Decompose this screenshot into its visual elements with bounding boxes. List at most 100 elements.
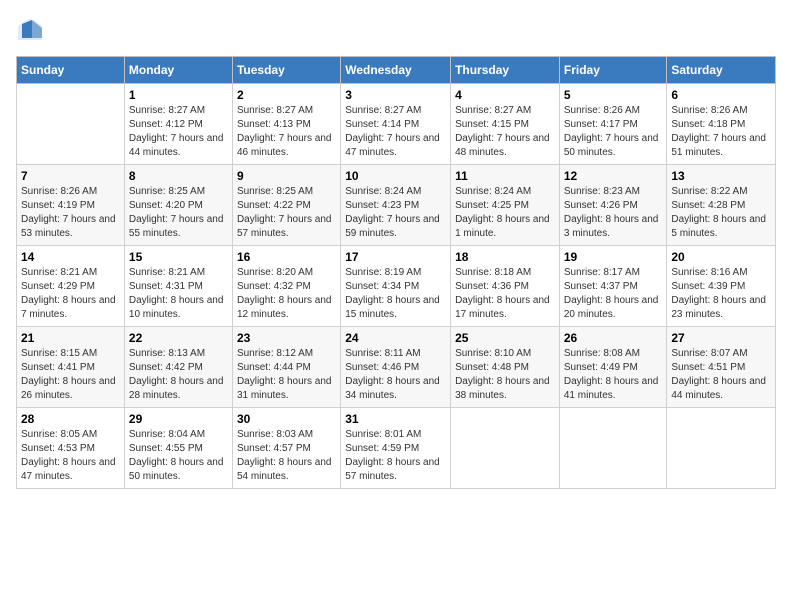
day-info: Sunrise: 8:21 AMSunset: 4:29 PMDaylight:… bbox=[21, 266, 120, 322]
calendar-cell: 4 Sunrise: 8:27 AMSunset: 4:15 PMDaylight… bbox=[451, 84, 560, 165]
calendar-cell bbox=[451, 408, 560, 489]
day-number: 5 bbox=[564, 88, 663, 102]
day-number: 1 bbox=[129, 88, 228, 102]
day-info: Sunrise: 8:01 AMSunset: 4:59 PMDaylight:… bbox=[345, 428, 446, 484]
calendar-cell: 16 Sunrise: 8:20 AMSunset: 4:32 PMDayligh… bbox=[232, 246, 340, 327]
day-info: Sunrise: 8:26 AMSunset: 4:17 PMDaylight:… bbox=[564, 104, 663, 160]
calendar-week-5: 28 Sunrise: 8:05 AMSunset: 4:53 PMDayligh… bbox=[17, 408, 776, 489]
day-info: Sunrise: 8:23 AMSunset: 4:26 PMDaylight:… bbox=[564, 185, 663, 241]
day-info: Sunrise: 8:24 AMSunset: 4:23 PMDaylight:… bbox=[345, 185, 446, 241]
day-number: 3 bbox=[345, 88, 446, 102]
calendar-cell: 15Sunrise: 8:21 AMSunset: 4:31 PMDayligh… bbox=[124, 246, 232, 327]
calendar-cell: 5 Sunrise: 8:26 AMSunset: 4:17 PMDaylight… bbox=[559, 84, 667, 165]
calendar-week-1: 1 Sunrise: 8:27 AMSunset: 4:12 PMDaylight… bbox=[17, 84, 776, 165]
calendar-cell: 27 Sunrise: 8:07 AMSunset: 4:51 PMDayligh… bbox=[667, 327, 776, 408]
calendar-cell bbox=[559, 408, 667, 489]
day-info: Sunrise: 8:26 AMSunset: 4:18 PMDaylight:… bbox=[671, 104, 771, 160]
day-info: Sunrise: 8:15 AMSunset: 4:41 PMDaylight:… bbox=[21, 347, 120, 403]
day-info: Sunrise: 8:24 AMSunset: 4:25 PMDaylight:… bbox=[455, 185, 555, 241]
day-info: Sunrise: 8:27 AMSunset: 4:15 PMDaylight:… bbox=[455, 104, 555, 160]
day-number: 13 bbox=[671, 169, 771, 183]
calendar-cell: 29Sunrise: 8:04 AMSunset: 4:55 PMDayligh… bbox=[124, 408, 232, 489]
calendar-body: 1 Sunrise: 8:27 AMSunset: 4:12 PMDaylight… bbox=[17, 84, 776, 489]
day-header-monday: Monday bbox=[124, 57, 232, 84]
logo-icon bbox=[16, 16, 44, 44]
day-header-tuesday: Tuesday bbox=[232, 57, 340, 84]
day-info: Sunrise: 8:12 AMSunset: 4:44 PMDaylight:… bbox=[237, 347, 336, 403]
day-header-friday: Friday bbox=[559, 57, 667, 84]
day-number: 28 bbox=[21, 412, 120, 426]
calendar-cell: 8 Sunrise: 8:25 AMSunset: 4:20 PMDaylight… bbox=[124, 165, 232, 246]
day-info: Sunrise: 8:08 AMSunset: 4:49 PMDaylight:… bbox=[564, 347, 663, 403]
calendar-cell bbox=[667, 408, 776, 489]
calendar-week-3: 14 Sunrise: 8:21 AMSunset: 4:29 PMDayligh… bbox=[17, 246, 776, 327]
day-number: 23 bbox=[237, 331, 336, 345]
day-info: Sunrise: 8:17 AMSunset: 4:37 PMDaylight:… bbox=[564, 266, 663, 322]
calendar-cell: 25 Sunrise: 8:10 AMSunset: 4:48 PMDayligh… bbox=[451, 327, 560, 408]
day-info: Sunrise: 8:27 AMSunset: 4:12 PMDaylight:… bbox=[129, 104, 228, 160]
day-number: 26 bbox=[564, 331, 663, 345]
day-number: 30 bbox=[237, 412, 336, 426]
day-info: Sunrise: 8:11 AMSunset: 4:46 PMDaylight:… bbox=[345, 347, 446, 403]
calendar-cell bbox=[17, 84, 125, 165]
day-info: Sunrise: 8:05 AMSunset: 4:53 PMDaylight:… bbox=[21, 428, 120, 484]
day-info: Sunrise: 8:16 AMSunset: 4:39 PMDaylight:… bbox=[671, 266, 771, 322]
day-info: Sunrise: 8:27 AMSunset: 4:13 PMDaylight:… bbox=[237, 104, 336, 160]
day-number: 4 bbox=[455, 88, 555, 102]
day-number: 10 bbox=[345, 169, 446, 183]
day-number: 17 bbox=[345, 250, 446, 264]
day-number: 29 bbox=[129, 412, 228, 426]
calendar-table: SundayMondayTuesdayWednesdayThursdayFrid… bbox=[16, 56, 776, 489]
calendar-cell: 18Sunrise: 8:18 AMSunset: 4:36 PMDayligh… bbox=[451, 246, 560, 327]
day-number: 12 bbox=[564, 169, 663, 183]
day-number: 18 bbox=[455, 250, 555, 264]
day-number: 19 bbox=[564, 250, 663, 264]
day-info: Sunrise: 8:27 AMSunset: 4:14 PMDaylight:… bbox=[345, 104, 446, 160]
day-number: 22 bbox=[129, 331, 228, 345]
day-info: Sunrise: 8:25 AMSunset: 4:22 PMDaylight:… bbox=[237, 185, 336, 241]
calendar-cell: 19 Sunrise: 8:17 AMSunset: 4:37 PMDayligh… bbox=[559, 246, 667, 327]
calendar-cell: 14 Sunrise: 8:21 AMSunset: 4:29 PMDayligh… bbox=[17, 246, 125, 327]
calendar-cell: 9 Sunrise: 8:25 AMSunset: 4:22 PMDaylight… bbox=[232, 165, 340, 246]
calendar-cell: 13 Sunrise: 8:22 AMSunset: 4:28 PMDayligh… bbox=[667, 165, 776, 246]
day-number: 7 bbox=[21, 169, 120, 183]
calendar-cell: 6 Sunrise: 8:26 AMSunset: 4:18 PMDaylight… bbox=[667, 84, 776, 165]
calendar-cell: 24 Sunrise: 8:11 AMSunset: 4:46 PMDayligh… bbox=[341, 327, 451, 408]
calendar-cell: 3 Sunrise: 8:27 AMSunset: 4:14 PMDaylight… bbox=[341, 84, 451, 165]
day-info: Sunrise: 8:10 AMSunset: 4:48 PMDaylight:… bbox=[455, 347, 555, 403]
calendar-cell: 22 Sunrise: 8:13 AMSunset: 4:42 PMDayligh… bbox=[124, 327, 232, 408]
day-number: 24 bbox=[345, 331, 446, 345]
day-number: 14 bbox=[21, 250, 120, 264]
day-info: Sunrise: 8:22 AMSunset: 4:28 PMDaylight:… bbox=[671, 185, 771, 241]
day-header-wednesday: Wednesday bbox=[341, 57, 451, 84]
day-number: 27 bbox=[671, 331, 771, 345]
day-number: 25 bbox=[455, 331, 555, 345]
calendar-cell: 2 Sunrise: 8:27 AMSunset: 4:13 PMDaylight… bbox=[232, 84, 340, 165]
calendar-cell: 10 Sunrise: 8:24 AMSunset: 4:23 PMDayligh… bbox=[341, 165, 451, 246]
day-info: Sunrise: 8:26 AMSunset: 4:19 PMDaylight:… bbox=[21, 185, 120, 241]
calendar-cell: 28 Sunrise: 8:05 AMSunset: 4:53 PMDayligh… bbox=[17, 408, 125, 489]
calendar-cell: 30 Sunrise: 8:03 AMSunset: 4:57 PMDayligh… bbox=[232, 408, 340, 489]
day-number: 2 bbox=[237, 88, 336, 102]
day-info: Sunrise: 8:03 AMSunset: 4:57 PMDaylight:… bbox=[237, 428, 336, 484]
day-number: 8 bbox=[129, 169, 228, 183]
day-info: Sunrise: 8:07 AMSunset: 4:51 PMDaylight:… bbox=[671, 347, 771, 403]
day-info: Sunrise: 8:21 AMSunset: 4:31 PMDaylight:… bbox=[129, 266, 228, 322]
day-number: 21 bbox=[21, 331, 120, 345]
calendar-week-2: 7 Sunrise: 8:26 AMSunset: 4:19 PMDaylight… bbox=[17, 165, 776, 246]
day-info: Sunrise: 8:13 AMSunset: 4:42 PMDaylight:… bbox=[129, 347, 228, 403]
header bbox=[16, 16, 776, 44]
calendar-cell: 7 Sunrise: 8:26 AMSunset: 4:19 PMDaylight… bbox=[17, 165, 125, 246]
day-number: 6 bbox=[671, 88, 771, 102]
day-number: 16 bbox=[237, 250, 336, 264]
day-info: Sunrise: 8:25 AMSunset: 4:20 PMDaylight:… bbox=[129, 185, 228, 241]
calendar-cell: 26 Sunrise: 8:08 AMSunset: 4:49 PMDayligh… bbox=[559, 327, 667, 408]
day-info: Sunrise: 8:20 AMSunset: 4:32 PMDaylight:… bbox=[237, 266, 336, 322]
day-number: 9 bbox=[237, 169, 336, 183]
calendar-cell: 23 Sunrise: 8:12 AMSunset: 4:44 PMDayligh… bbox=[232, 327, 340, 408]
day-number: 31 bbox=[345, 412, 446, 426]
calendar-cell: 20Sunrise: 8:16 AMSunset: 4:39 PMDayligh… bbox=[667, 246, 776, 327]
day-header-saturday: Saturday bbox=[667, 57, 776, 84]
calendar-cell: 17Sunrise: 8:19 AMSunset: 4:34 PMDayligh… bbox=[341, 246, 451, 327]
calendar-cell: 12 Sunrise: 8:23 AMSunset: 4:26 PMDayligh… bbox=[559, 165, 667, 246]
